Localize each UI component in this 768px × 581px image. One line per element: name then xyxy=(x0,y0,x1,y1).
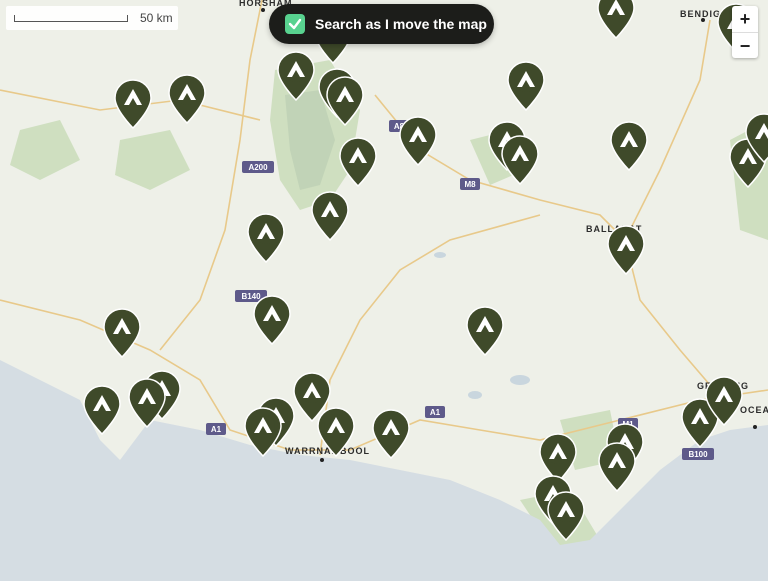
place-label-warrnambool: WARRNAMBOOL xyxy=(285,446,370,456)
search-as-move-label: Search as I move the map xyxy=(315,16,487,32)
map-canvas[interactable]: HORSHAM BENDIGO BALLARAT WARRNAMBOOL GEE… xyxy=(0,0,768,581)
zoom-out-button[interactable]: − xyxy=(732,33,758,59)
road-shield: M8 xyxy=(460,178,480,190)
road-shield: A200 xyxy=(242,161,274,173)
svg-text:A1: A1 xyxy=(211,425,222,434)
svg-text:A200: A200 xyxy=(248,163,268,172)
road-shield: A1 xyxy=(206,423,226,435)
search-as-move-toggle[interactable]: Search as I move the map xyxy=(269,4,494,44)
scale-label: 50 km xyxy=(140,11,173,25)
scale-indicator: 50 km xyxy=(6,6,178,30)
zoom-in-button[interactable]: + xyxy=(732,6,758,33)
svg-text:B140: B140 xyxy=(241,292,261,301)
zoom-controls: + − xyxy=(732,6,758,58)
scale-bar xyxy=(14,14,128,22)
road-shield: B100 xyxy=(682,448,714,460)
checkbox-checked-icon[interactable] xyxy=(285,14,305,34)
road-shield: A1 xyxy=(425,406,445,418)
svg-text:M8: M8 xyxy=(464,180,476,189)
place-label-ocean-grove: OCEAN GROVE xyxy=(740,405,768,415)
svg-text:A1: A1 xyxy=(430,408,441,417)
svg-text:B100: B100 xyxy=(688,450,708,459)
